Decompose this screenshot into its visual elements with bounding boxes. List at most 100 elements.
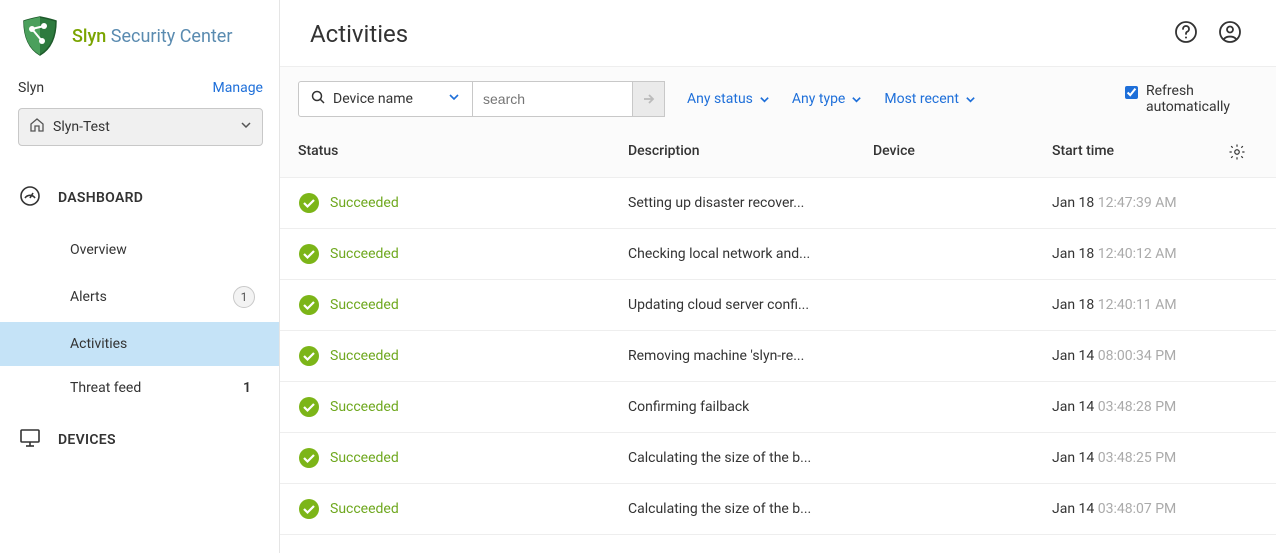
chevron-down-icon	[965, 94, 976, 105]
org-name: Slyn	[18, 80, 44, 96]
col-start-time[interactable]: Start time	[1052, 143, 1222, 161]
page-title: Activities	[310, 20, 408, 48]
type-filter-label: Any type	[792, 91, 845, 107]
sort-label: Most recent	[884, 91, 959, 107]
description-cell: Checking local network and...	[628, 246, 873, 262]
org-row: Slyn Manage	[0, 80, 279, 108]
time-cell: Jan 14 03:48:28 PM	[1052, 399, 1246, 415]
badge: 1	[243, 380, 255, 396]
logo-text: Slyn Security Center	[72, 26, 232, 47]
success-check-icon	[298, 396, 320, 418]
group-selector[interactable]: Slyn-Test	[18, 108, 263, 146]
table-row[interactable]: Succeeded Confirming failback Jan 14 03:48…	[280, 382, 1276, 433]
success-check-icon	[298, 345, 320, 367]
time-cell: Jan 18 12:47:39 AM	[1052, 195, 1246, 211]
table-row[interactable]: Succeeded Checking local network and... Ja…	[280, 229, 1276, 280]
status-filter[interactable]: Any status	[687, 91, 770, 107]
status-cell: Succeeded	[298, 498, 628, 520]
time-cell: Jan 18 12:40:12 AM	[1052, 246, 1246, 262]
time-cell: Jan 18 12:40:11 AM	[1052, 297, 1246, 313]
table-row[interactable]: Succeeded Calculating the size of the b..…	[280, 484, 1276, 535]
success-check-icon	[298, 498, 320, 520]
sidebar-item-label: Threat feed	[70, 380, 141, 396]
description-cell: Calculating the size of the b...	[628, 501, 873, 517]
col-description[interactable]: Description	[628, 143, 873, 161]
filter-field-select[interactable]: Device name	[298, 81, 473, 117]
badge: 1	[233, 286, 255, 308]
org-icon	[29, 117, 45, 137]
success-check-icon	[298, 243, 320, 265]
sidebar-item-label: Alerts	[70, 289, 107, 305]
status-text: Succeeded	[330, 450, 399, 466]
description-cell: Setting up disaster recover...	[628, 195, 873, 211]
description-cell: Updating cloud server confi...	[628, 297, 873, 313]
manage-link[interactable]: Manage	[213, 80, 263, 96]
sidebar-item-label: Overview	[70, 242, 127, 258]
search-submit-button[interactable]	[633, 81, 665, 117]
refresh-checkbox[interactable]	[1125, 86, 1138, 99]
sidebar-item-alerts[interactable]: Alerts 1	[0, 272, 279, 322]
col-device[interactable]: Device	[873, 143, 1052, 161]
table-settings-button[interactable]	[1222, 143, 1246, 161]
time-cell: Jan 14 08:00:34 PM	[1052, 348, 1246, 364]
status-cell: Succeeded	[298, 243, 628, 265]
table-header: Status Description Device Start time	[280, 131, 1276, 178]
search-icon	[311, 90, 325, 108]
group-name: Slyn-Test	[53, 119, 110, 135]
table-row[interactable]: Succeeded Updating cloud server confi... J…	[280, 280, 1276, 331]
table-row[interactable]: Succeeded Removing machine 'slyn-re... Jan…	[280, 331, 1276, 382]
description-cell: Calculating the size of the b...	[628, 450, 873, 466]
sort-select[interactable]: Most recent	[884, 91, 976, 107]
table-row[interactable]: Succeeded Setting up disaster recover... J…	[280, 178, 1276, 229]
devices-icon	[18, 426, 42, 454]
shield-logo-icon	[18, 14, 62, 58]
status-cell: Succeeded	[298, 294, 628, 316]
status-text: Succeeded	[330, 246, 399, 262]
status-cell: Succeeded	[298, 345, 628, 367]
status-text: Succeeded	[330, 399, 399, 415]
refresh-auto-toggle[interactable]: Refresh automatically	[1125, 83, 1246, 115]
chevron-down-icon	[448, 91, 460, 107]
toolbar: Device name Any status Any type	[280, 66, 1276, 131]
description-cell: Removing machine 'slyn-re...	[628, 348, 873, 364]
search-input[interactable]	[473, 81, 633, 117]
chevron-down-icon	[759, 94, 770, 105]
dashboard-icon	[18, 184, 42, 212]
refresh-label: Refresh automatically	[1146, 83, 1246, 115]
main: Activities Device name	[280, 0, 1276, 553]
nav-section-devices-label: DEVICES	[58, 432, 116, 448]
col-status[interactable]: Status	[298, 143, 628, 161]
sidebar-item-activities[interactable]: Activities	[0, 322, 279, 366]
status-cell: Succeeded	[298, 396, 628, 418]
chevron-down-icon	[240, 119, 252, 135]
topbar: Activities	[280, 0, 1276, 66]
account-icon[interactable]	[1218, 20, 1242, 48]
status-text: Succeeded	[330, 501, 399, 517]
success-check-icon	[298, 447, 320, 469]
chevron-down-icon	[851, 94, 862, 105]
sidebar: Slyn Security Center Slyn Manage Slyn-Te…	[0, 0, 280, 553]
description-cell: Confirming failback	[628, 399, 873, 415]
status-filter-label: Any status	[687, 91, 753, 107]
filter-field-label: Device name	[333, 91, 413, 107]
nav-section-devices[interactable]: DEVICES	[0, 416, 279, 464]
type-filter[interactable]: Any type	[792, 91, 862, 107]
status-cell: Succeeded	[298, 192, 628, 214]
gear-icon	[1228, 143, 1246, 161]
status-text: Succeeded	[330, 195, 399, 211]
success-check-icon	[298, 294, 320, 316]
status-text: Succeeded	[330, 297, 399, 313]
status-cell: Succeeded	[298, 447, 628, 469]
time-cell: Jan 14 03:48:25 PM	[1052, 450, 1246, 466]
sidebar-item-overview[interactable]: Overview	[0, 228, 279, 272]
arrow-right-icon	[641, 91, 657, 107]
help-icon[interactable]	[1174, 20, 1198, 48]
status-text: Succeeded	[330, 348, 399, 364]
nav-section-dashboard-label: DASHBOARD	[58, 190, 143, 206]
nav-section-dashboard[interactable]: DASHBOARD	[0, 174, 279, 222]
time-cell: Jan 14 03:48:07 PM	[1052, 501, 1246, 517]
sidebar-item-threat-feed[interactable]: Threat feed 1	[0, 366, 279, 410]
sidebar-item-label: Activities	[70, 336, 127, 352]
table-row[interactable]: Succeeded Calculating the size of the b..…	[280, 433, 1276, 484]
logo: Slyn Security Center	[0, 14, 279, 80]
